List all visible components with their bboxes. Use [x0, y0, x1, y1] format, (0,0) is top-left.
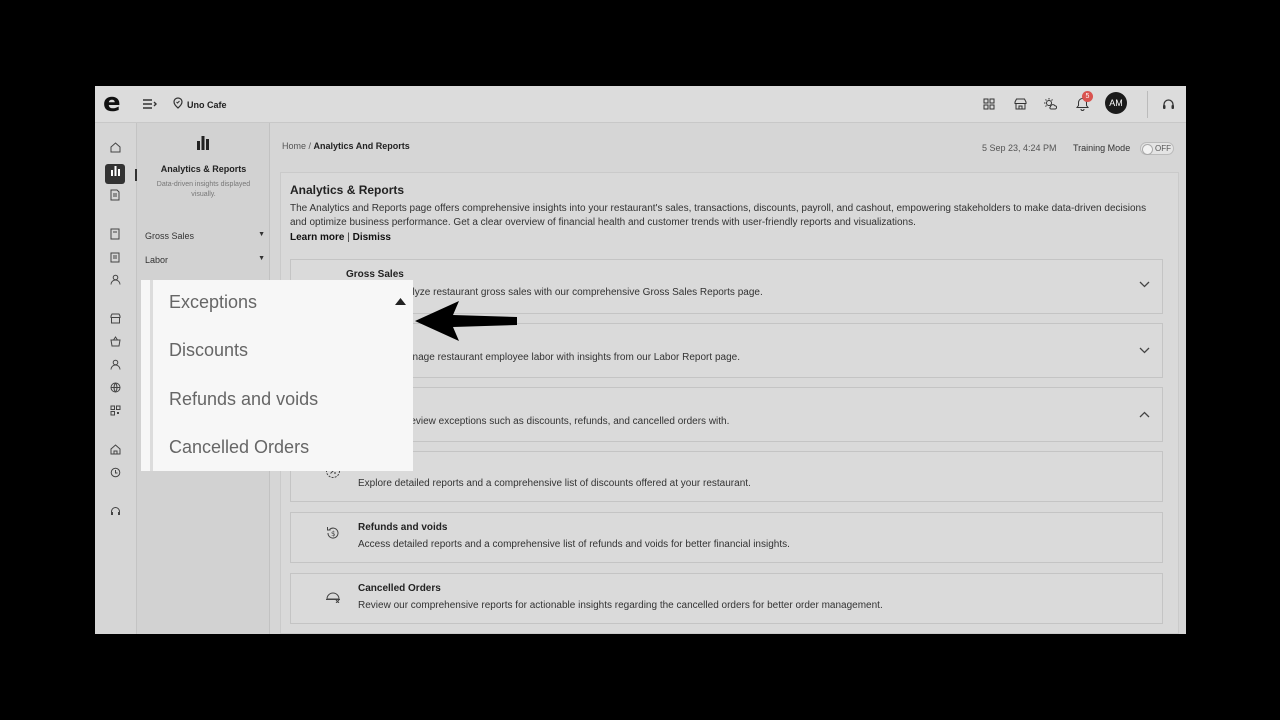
notification-badge: 5 [1082, 91, 1093, 102]
qr-code-icon[interactable] [107, 405, 123, 421]
dismiss-link[interactable]: Dismiss [353, 232, 391, 243]
breadcrumb-separator: / [306, 141, 314, 151]
report-cancelled-orders[interactable]: Cancelled Orders Review our comprehensiv… [290, 573, 1163, 624]
top-bar: e Uno Cafe 5 AM [95, 86, 1186, 123]
refund-icon: $ [321, 525, 345, 549]
svg-text:$: $ [331, 530, 335, 538]
zoom-item-cancelled-orders[interactable]: Cancelled Orders [169, 437, 309, 458]
menu-toggle-icon[interactable] [140, 95, 158, 113]
user-icon[interactable] [107, 274, 123, 290]
breadcrumb: Home / Analytics And Reports [282, 141, 410, 151]
training-mode-label: Training Mode [1073, 143, 1131, 153]
analytics-icon[interactable] [105, 164, 125, 184]
caret-up-icon [395, 297, 406, 308]
book-icon[interactable] [107, 228, 123, 244]
globe-icon[interactable] [107, 382, 123, 398]
sidebar-item-label: Labor [145, 255, 169, 265]
basket-icon[interactable] [107, 336, 123, 352]
chevron-up-icon[interactable] [1139, 410, 1150, 421]
report-description: Explore detailed reports and a comprehen… [358, 478, 751, 489]
support-headset-icon[interactable] [1159, 95, 1177, 113]
location-selector[interactable]: Uno Cafe [173, 97, 227, 112]
link-separator: | [344, 232, 353, 243]
breadcrumb-current: Analytics And Reports [313, 141, 410, 151]
store-icon[interactable] [1011, 95, 1029, 113]
page-description: The Analytics and Reports page offers co… [290, 203, 1147, 228]
sidebar-item-labor[interactable]: Labor ▼ [145, 255, 265, 265]
document-icon[interactable] [107, 189, 123, 205]
sidebar-title: Analytics & Reports [160, 164, 247, 174]
user-avatar[interactable]: AM [1105, 92, 1127, 114]
apps-grid-icon[interactable] [980, 95, 998, 113]
breadcrumb-home[interactable]: Home [282, 141, 306, 151]
page-title: Analytics & Reports [290, 183, 405, 197]
accordion-description: alyze restaurant gross sales with our co… [407, 287, 763, 298]
topbar-divider [1147, 91, 1148, 118]
zoom-item-refunds-voids[interactable]: Refunds and voids [169, 389, 318, 410]
report-discounts[interactable]: Explore detailed reports and a comprehen… [290, 451, 1163, 502]
training-mode-toggle[interactable]: OFF [1140, 142, 1174, 155]
person-icon[interactable] [107, 359, 123, 375]
sidebar-item-label: Gross Sales [145, 231, 195, 241]
sidebar-item-gross-sales[interactable]: Gross Sales ▼ [145, 231, 265, 241]
chevron-down-icon[interactable] [1139, 280, 1150, 291]
clipboard-icon[interactable] [107, 251, 123, 267]
bar-chart-icon [195, 135, 211, 156]
analytics-panel: Analytics & Reports The Analytics and Re… [280, 172, 1179, 634]
report-title: Cancelled Orders [358, 583, 441, 594]
building-icon[interactable] [107, 444, 123, 460]
report-title: Refunds and voids [358, 522, 448, 533]
pointer-arrow-icon [415, 301, 517, 341]
learn-more-link[interactable]: Learn more [290, 232, 344, 243]
caret-down-icon: ▼ [258, 231, 265, 238]
location-name: Uno Cafe [187, 99, 227, 110]
home-icon[interactable] [107, 142, 123, 158]
report-description: Review our comprehensive reports for act… [358, 600, 883, 611]
report-refunds-voids[interactable]: $ Refunds and voids Access detailed repo… [290, 512, 1163, 563]
zoom-item-discounts[interactable]: Discounts [169, 340, 248, 361]
history-icon[interactable] [107, 467, 123, 483]
intro-links: Learn more | Dismiss [290, 232, 391, 243]
accordion-description: anage restaurant employee labor with ins… [407, 352, 740, 363]
accordion-exceptions[interactable]: review exceptions such as discounts, ref… [290, 387, 1163, 442]
support-icon[interactable] [107, 506, 123, 522]
caret-down-icon: ▼ [258, 255, 265, 262]
chevron-down-icon[interactable] [1139, 346, 1150, 357]
zoom-active-bar [150, 280, 153, 471]
cancelled-order-icon [321, 587, 345, 611]
app-logo[interactable]: e [103, 90, 125, 116]
zoom-callout: Exceptions Discounts Refunds and voids C… [141, 280, 413, 471]
icon-rail [95, 123, 137, 634]
sidebar-subtitle: Data-driven insights displayed visually. [156, 181, 251, 198]
location-pin-icon [173, 97, 183, 112]
weather-icon[interactable] [1041, 95, 1059, 113]
zoom-item-exceptions[interactable]: Exceptions [169, 292, 257, 313]
accordion-title: Gross Sales [346, 269, 404, 280]
report-description: Access detailed reports and a comprehens… [358, 539, 790, 550]
accordion-description: review exceptions such as discounts, ref… [407, 416, 730, 427]
shop-icon[interactable] [107, 313, 123, 329]
notification-bell-icon[interactable]: 5 [1073, 91, 1093, 113]
current-datetime: 5 Sep 23, 4:24 PM [982, 143, 1057, 153]
